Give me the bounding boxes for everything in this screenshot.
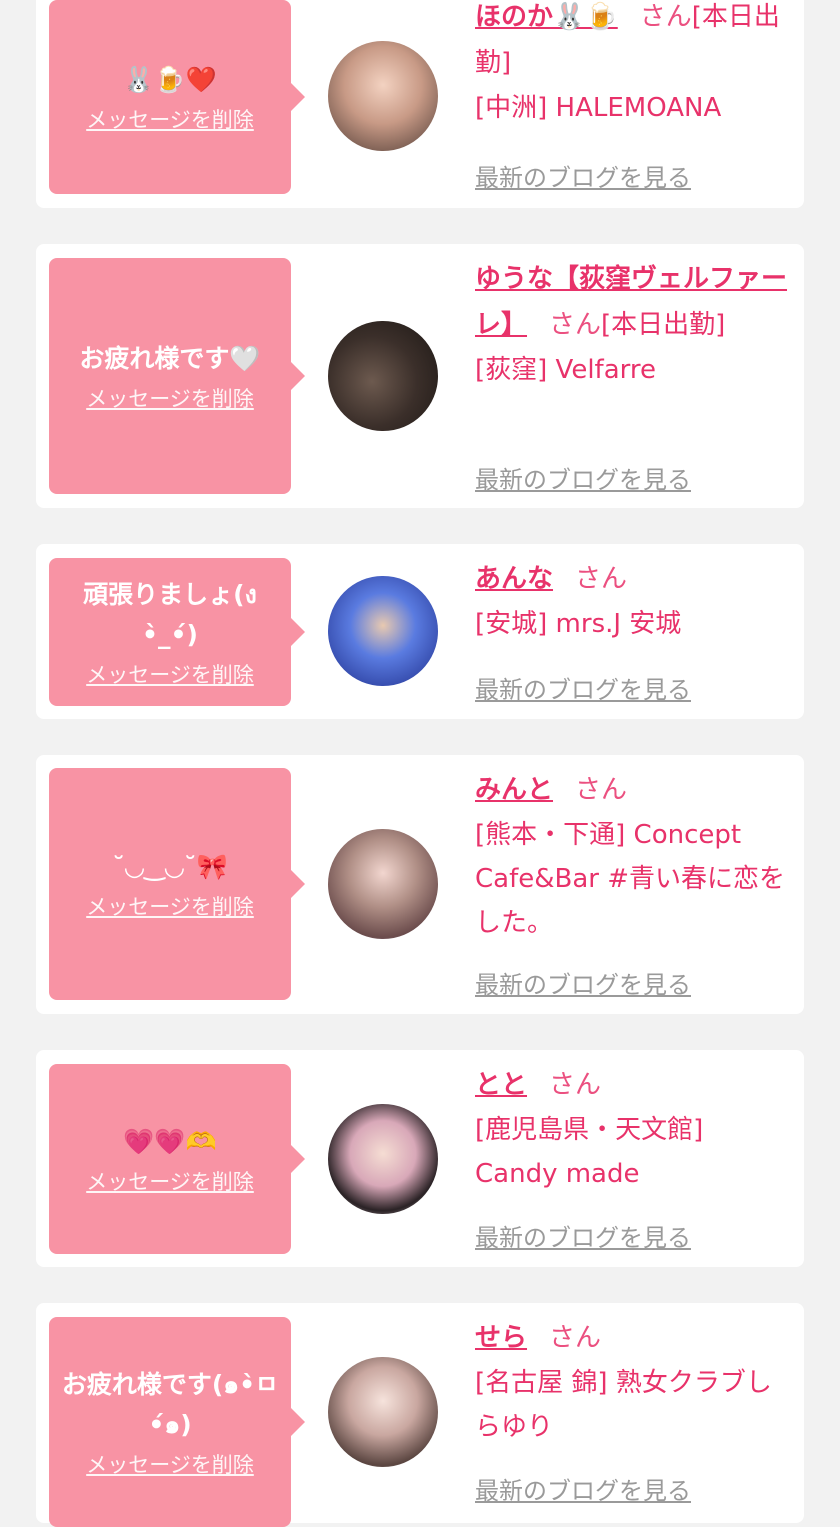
name-line: ほのか🐰🍺 さん[本日出勤] xyxy=(475,0,795,86)
avatar[interactable] xyxy=(328,321,438,431)
name-line: せら さん xyxy=(475,1315,795,1361)
honorific: さん xyxy=(549,310,602,340)
message-text: ˘◡‿◡˘🎀 xyxy=(112,852,228,881)
cast-name-link[interactable]: せら xyxy=(475,1323,527,1353)
latest-blog-link[interactable]: 最新のブログを見る xyxy=(475,1218,691,1253)
avatar[interactable] xyxy=(328,576,438,686)
delete-message-link[interactable]: メッセージを削除 xyxy=(86,383,254,413)
shop-name: [熊本・下通] Concept Cafe&Bar #青い春に恋をした。 xyxy=(475,820,786,938)
message-card: 💗💗🫶 メッセージを削除 とと さん [鹿児島県・天文館] Candy made … xyxy=(36,1050,804,1267)
shop-name: [鹿児島県・天文館] Candy made xyxy=(475,1115,704,1189)
name-line: あんな さん xyxy=(475,556,795,602)
latest-blog-link[interactable]: 最新のブログを見る xyxy=(475,670,691,705)
honorific: さん xyxy=(549,1070,602,1100)
shop-name: [荻窪] Velfarre xyxy=(475,355,656,385)
honorific: さん xyxy=(575,775,628,805)
message-bubble: お疲れ様です🤍 メッセージを削除 xyxy=(49,258,305,494)
shop-name: [安城] mrs.J 安城 xyxy=(475,609,682,639)
cast-name-link[interactable]: あんな xyxy=(475,564,553,594)
delete-message-link[interactable]: メッセージを削除 xyxy=(86,104,254,134)
cast-info: ゆうな【荻窪ヴェルファーレ】 さん[本日出勤] [荻窪] Velfarre xyxy=(475,256,795,392)
cast-name-link[interactable]: とと xyxy=(475,1070,527,1100)
cast-info: あんな さん [安城] mrs.J 安城 xyxy=(475,556,795,646)
message-text: お疲れ様です🤍 xyxy=(79,344,261,373)
cast-info: みんと さん [熊本・下通] Concept Cafe&Bar #青い春に恋をした… xyxy=(475,767,795,945)
latest-blog-link[interactable]: 最新のブログを見る xyxy=(475,965,691,1000)
message-text: 頑張りましょ(ง •̀_•́) xyxy=(83,580,257,649)
cast-name-link[interactable]: みんと xyxy=(475,775,553,805)
honorific: さん xyxy=(639,2,692,32)
message-bubble: 🐰🍺❤️ メッセージを削除 xyxy=(49,0,305,194)
avatar[interactable] xyxy=(328,41,438,151)
message-bubble: お疲れ様です(๑•̀ㅁ •́๑) メッセージを削除 xyxy=(49,1317,305,1527)
delete-message-link[interactable]: メッセージを削除 xyxy=(86,1166,254,1196)
message-card: お疲れ様です(๑•̀ㅁ •́๑) メッセージを削除 せら さん [名古屋 錦] 熟… xyxy=(36,1303,804,1527)
message-card: 頑張りましょ(ง •̀_•́) メッセージを削除 あんな さん [安城] mrs.… xyxy=(36,544,804,719)
latest-blog-link[interactable]: 最新のブログを見る xyxy=(475,460,691,495)
delete-message-link[interactable]: メッセージを削除 xyxy=(86,891,254,921)
delete-message-link[interactable]: メッセージを削除 xyxy=(86,659,254,689)
message-text: 💗💗🫶 xyxy=(123,1127,217,1156)
work-status: [本日出勤] xyxy=(601,310,726,340)
name-line: みんと さん xyxy=(475,767,795,813)
message-card: 🐰🍺❤️ メッセージを削除 ほのか🐰🍺 さん[本日出勤] [中洲] HALEMOA… xyxy=(36,0,804,208)
delete-message-link[interactable]: メッセージを削除 xyxy=(86,1449,254,1479)
shop-name: [名古屋 錦] 熟女クラブしらゆり xyxy=(475,1368,772,1442)
shop-name: [中洲] HALEMOANA xyxy=(475,93,722,123)
message-text: お疲れ様です(๑•̀ㅁ •́๑) xyxy=(61,1370,279,1439)
cast-info: ほのか🐰🍺 さん[本日出勤] [中洲] HALEMOANA xyxy=(475,0,795,130)
message-card: お疲れ様です🤍 メッセージを削除 ゆうな【荻窪ヴェルファーレ】 さん[本日出勤] … xyxy=(36,244,804,508)
avatar[interactable] xyxy=(328,829,438,939)
latest-blog-link[interactable]: 最新のブログを見る xyxy=(475,158,691,193)
name-line: ゆうな【荻窪ヴェルファーレ】 さん[本日出勤] xyxy=(475,256,795,348)
message-bubble: 頑張りましょ(ง •̀_•́) メッセージを削除 xyxy=(49,558,305,706)
cast-name-link[interactable]: ほのか🐰🍺 xyxy=(475,2,618,32)
honorific: さん xyxy=(575,564,628,594)
avatar[interactable] xyxy=(328,1357,438,1467)
message-text: 🐰🍺❤️ xyxy=(123,65,217,94)
latest-blog-link[interactable]: 最新のブログを見る xyxy=(475,1471,691,1506)
message-bubble: 💗💗🫶 メッセージを削除 xyxy=(49,1064,305,1254)
avatar[interactable] xyxy=(328,1104,438,1214)
message-card: ˘◡‿◡˘🎀 メッセージを削除 みんと さん [熊本・下通] Concept Ca… xyxy=(36,755,804,1014)
message-bubble: ˘◡‿◡˘🎀 メッセージを削除 xyxy=(49,768,305,1000)
honorific: さん xyxy=(549,1323,602,1353)
cast-info: せら さん [名古屋 錦] 熟女クラブしらゆり xyxy=(475,1315,795,1449)
cast-info: とと さん [鹿児島県・天文館] Candy made xyxy=(475,1062,795,1196)
name-line: とと さん xyxy=(475,1062,795,1108)
